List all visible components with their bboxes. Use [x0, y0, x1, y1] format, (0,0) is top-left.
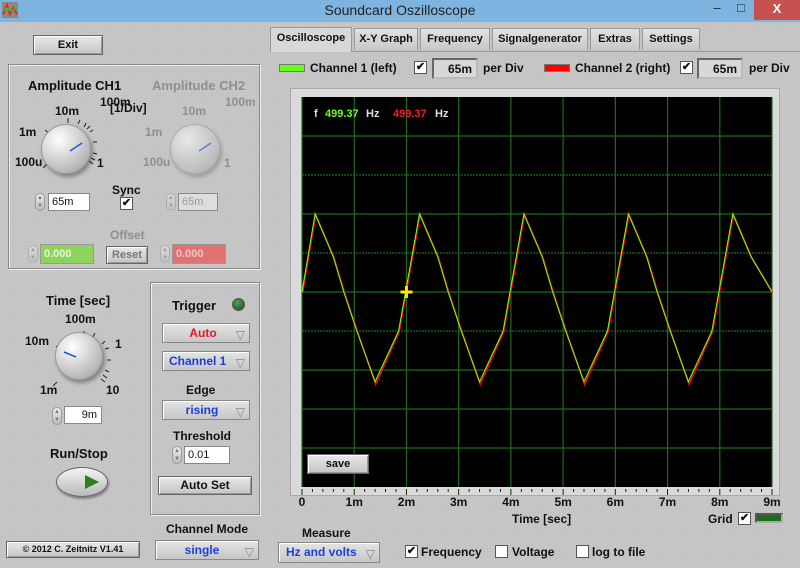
measure-mode-dropdown[interactable]: Hz and volts ▽	[278, 542, 380, 563]
x-tick-label: 3m	[450, 495, 467, 509]
x-tick-label: 9m	[763, 495, 780, 509]
x-tick-label: 2m	[398, 495, 415, 509]
x-axis-ticks: 0 1m 2m 3m 4m 5m 6m 7m 8m 9m	[299, 489, 781, 509]
grid-color-swatch[interactable]	[755, 513, 783, 523]
x-tick-label: 1m	[346, 495, 363, 509]
x-axis-label: Time [sec]	[512, 512, 572, 526]
measure-label: Measure	[302, 526, 351, 540]
measure-mode-value: Hz and volts	[286, 545, 357, 559]
freq-ch2-unit: Hz	[435, 108, 449, 120]
log-to-file-checkbox[interactable]	[576, 545, 589, 558]
x-tick-label: 6m	[607, 495, 624, 509]
x-tick-label: 8m	[711, 495, 728, 509]
grid-label: Grid	[708, 512, 733, 526]
grid-checkbox[interactable]: ✔	[738, 512, 751, 525]
oscilloscope-chart[interactable]: 0 1m 2m 3m 4m 5m 6m 7m 8m 9m	[0, 0, 800, 568]
voltage-checkbox-label: Voltage	[512, 545, 555, 559]
voltage-checkbox[interactable]	[495, 545, 508, 558]
log-to-file-label: log to file	[592, 545, 646, 559]
freq-ch2-value: 499.37	[393, 108, 427, 120]
x-tick-label: 5m	[554, 495, 571, 509]
frequency-checkbox[interactable]: ✔	[405, 545, 418, 558]
tab-oscilloscope[interactable]: Oscilloscope	[270, 27, 352, 52]
save-button[interactable]: save	[307, 454, 369, 474]
trigger-marker-horizontal	[400, 290, 413, 294]
freq-ch1-unit: Hz	[366, 108, 380, 120]
freq-prefix: f	[314, 108, 318, 120]
chevron-down-icon: ▽	[365, 547, 375, 561]
x-tick-label: 0	[299, 495, 306, 509]
freq-ch1-value: 499.37	[325, 108, 359, 120]
frequency-checkbox-label: Frequency	[421, 545, 482, 559]
x-tick-label: 4m	[502, 495, 519, 509]
x-tick-label: 7m	[659, 495, 676, 509]
